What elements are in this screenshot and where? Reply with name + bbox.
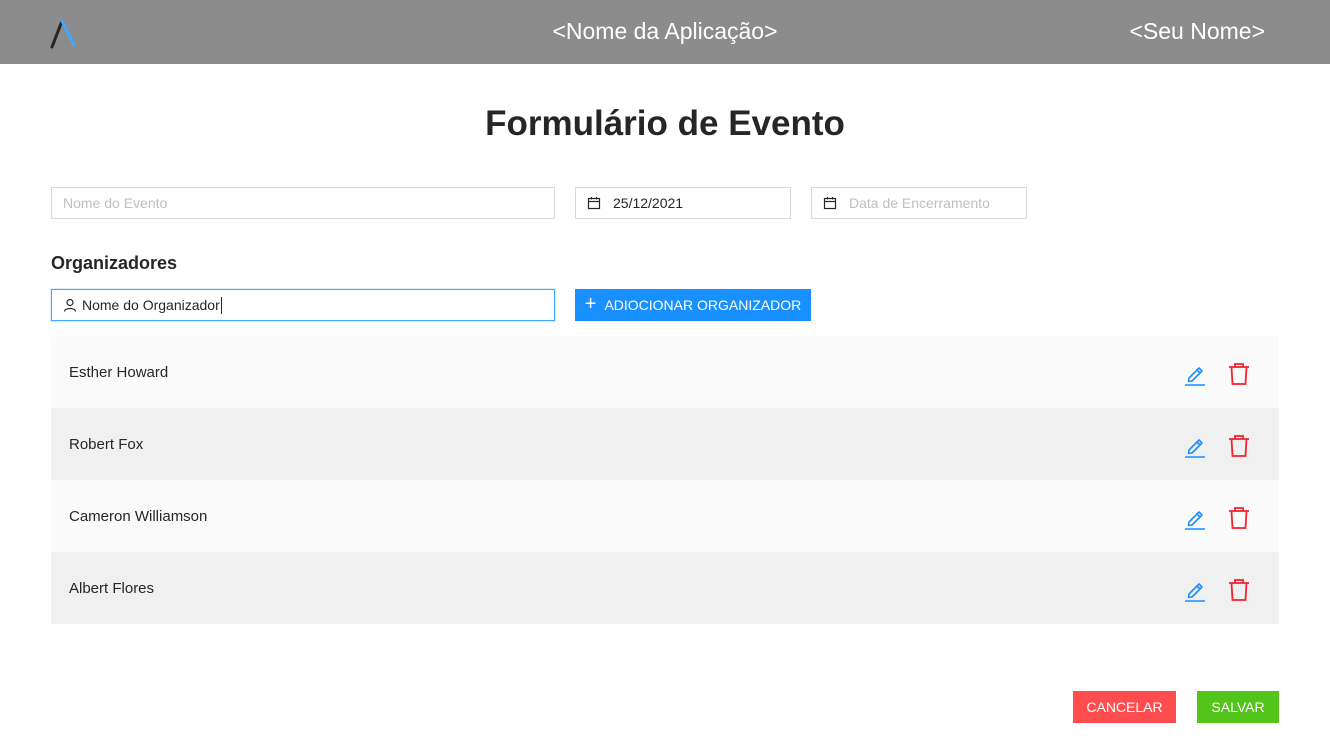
save-button[interactable]: SALVAR [1197, 691, 1279, 723]
calendar-icon [823, 196, 837, 210]
organizer-name: Cameron Williamson [69, 507, 208, 525]
user-name[interactable]: <Seu Nome> [1129, 18, 1265, 45]
add-organizer-button[interactable]: + ADIOCIONAR ORGANIZADOR [575, 289, 811, 321]
organizers-list: Esther Howard Robert Fox Cameron William… [51, 336, 1279, 624]
trash-icon[interactable] [1227, 434, 1251, 458]
plus-icon: + [584, 293, 597, 315]
organizer-name: Esther Howard [69, 363, 169, 381]
trash-icon[interactable] [1227, 506, 1251, 530]
end-date-placeholder: Data de Encerramento [849, 195, 990, 211]
end-date-picker[interactable]: Data de Encerramento [811, 187, 1027, 219]
organizer-name: Robert Fox [69, 435, 144, 453]
start-date-picker[interactable]: 25/12/2021 [575, 187, 791, 219]
list-item: Albert Flores [51, 552, 1279, 624]
user-icon [63, 298, 77, 312]
edit-icon[interactable] [1183, 362, 1207, 386]
edit-icon[interactable] [1183, 578, 1207, 602]
event-name-placeholder: Nome do Evento [63, 195, 168, 211]
organizer-name: Albert Flores [69, 579, 155, 597]
trash-icon[interactable] [1227, 578, 1251, 602]
list-item: Esther Howard [51, 336, 1279, 408]
list-item: Robert Fox [51, 408, 1279, 480]
edit-icon[interactable] [1183, 506, 1207, 530]
trash-icon[interactable] [1227, 362, 1251, 386]
page-title: Formulário de Evento [485, 104, 845, 143]
start-date-value: 25/12/2021 [613, 195, 684, 211]
calendar-icon [587, 196, 601, 210]
edit-icon[interactable] [1183, 434, 1207, 458]
cancel-button[interactable]: CANCELAR [1073, 691, 1176, 723]
organizer-name-input[interactable]: Nome do Organizador [51, 289, 555, 321]
organizers-section-title: Organizadores [51, 253, 178, 273]
event-name-input[interactable]: Nome do Evento [51, 187, 555, 219]
top-bar: <Nome da Aplicação> <Seu Nome> [0, 0, 1330, 64]
text-caret [220, 296, 222, 314]
add-organizer-label: ADIOCIONAR ORGANIZADOR [604, 297, 802, 313]
list-item: Cameron Williamson [51, 480, 1279, 552]
organizer-name-value: Nome do Organizador [82, 297, 220, 313]
